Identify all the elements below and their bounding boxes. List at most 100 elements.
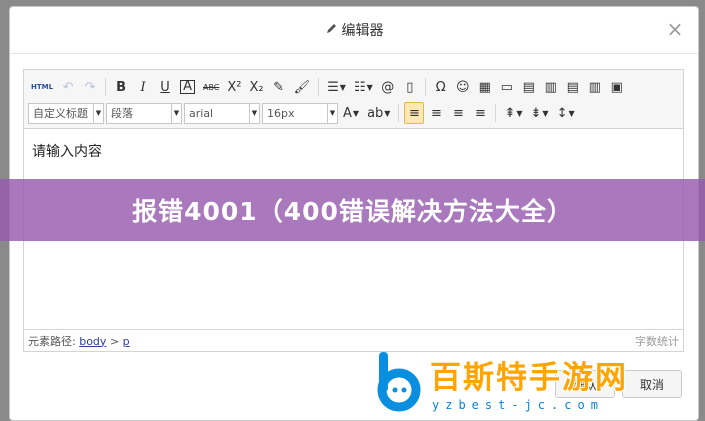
highlight-button[interactable]: ab ▼ [364, 102, 393, 124]
banner-title: 报错4001（400错误解决方法大全） [132, 197, 573, 226]
chevron-down-icon: ▼ [542, 108, 549, 118]
content-placeholder: 请输入内容 [32, 144, 102, 160]
eraser-icon: ✎ [273, 79, 285, 95]
chevron-down-icon: ▼ [366, 82, 373, 92]
site-watermark: 百斯特手游网 yzbest-jc.com [370, 348, 700, 418]
chevron-down-icon: ▼ [171, 103, 181, 123]
chevron-down-icon: ▼ [384, 108, 391, 118]
table-row-icon: ▤ [522, 79, 535, 95]
table-split-button[interactable]: ▥ [585, 76, 605, 98]
close-icon[interactable]: × [666, 19, 684, 39]
toolbar-separator [398, 104, 400, 122]
line-height-button[interactable]: ↕ ▼ [554, 102, 578, 124]
insert-image-button[interactable]: ▭ [497, 76, 517, 98]
redo-button[interactable]: ↷ [80, 76, 100, 98]
superscript-icon: X² [227, 79, 242, 95]
source-html-button[interactable]: HTML [28, 76, 56, 98]
align-justify-icon: ≡ [474, 105, 486, 121]
italic-icon: I [140, 79, 146, 95]
format-painter-icon: 🖌 [293, 79, 311, 95]
align-right-icon: ≡ [452, 105, 464, 121]
font-color-icon: A [343, 105, 352, 121]
unordered-list-button[interactable]: ☷ ▼ [351, 76, 376, 98]
table-split-icon: ▥ [588, 79, 601, 95]
align-center-icon: ≡ [430, 105, 442, 121]
path-body-link[interactable]: body [79, 335, 106, 348]
table-merge-icon: ▤ [566, 79, 579, 95]
insert-table-button[interactable]: ▦ [475, 76, 495, 98]
table-merge-button[interactable]: ▤ [563, 76, 583, 98]
table-col-button[interactable]: ▥ [541, 76, 561, 98]
element-path: 元素路径: body > p [28, 333, 130, 349]
redo-icon: ↷ [84, 79, 96, 95]
insert-image-icon: ▭ [500, 79, 513, 95]
subscript-icon: X₂ [249, 79, 264, 95]
undo-button[interactable]: ↶ [58, 76, 78, 98]
word-count: 字数统计 [635, 334, 679, 348]
italic-button[interactable]: I [133, 76, 153, 98]
toolbar-separator [495, 104, 497, 122]
paragraph-select-value: 段落 [111, 107, 133, 120]
chevron-down-icon: ▼ [93, 103, 103, 123]
align-left-button[interactable]: ≡ [404, 102, 425, 124]
bold-icon: B [116, 79, 127, 95]
font-size-select[interactable]: 16px ▼ [262, 102, 338, 124]
toolbar-separator [105, 78, 107, 96]
table-col-icon: ▥ [544, 79, 557, 95]
toolbar-separator [318, 78, 320, 96]
format-painter-button[interactable]: 🖌 [291, 76, 314, 98]
strikethrough-icon: ABC [202, 82, 220, 92]
path-separator: > [109, 334, 120, 348]
eraser-button[interactable]: ✎ [269, 76, 289, 98]
font-border-button[interactable]: A [177, 76, 198, 98]
align-justify-button[interactable]: ≡ [470, 102, 490, 124]
row-spacing-bottom-icon: ⇟ [530, 105, 542, 121]
path-p-link[interactable]: p [123, 335, 130, 348]
font-family-select-value: arial [189, 106, 214, 120]
dialog-header: 编辑器 × [10, 7, 698, 54]
brand-logo-icon [377, 352, 421, 412]
font-size-select-value: 16px [267, 106, 295, 120]
bold-button[interactable]: B [111, 76, 131, 98]
row-spacing-top-button[interactable]: ⇞ ▼ [501, 102, 525, 124]
insert-table-icon: ▦ [478, 79, 491, 95]
chevron-down-icon: ▼ [249, 103, 259, 123]
heading-select[interactable]: 自定义标题 ▼ [28, 102, 104, 124]
row-spacing-top-icon: ⇞ [504, 105, 516, 121]
preview-button[interactable]: ▣ [607, 76, 627, 98]
underline-button[interactable]: U [155, 76, 175, 98]
chevron-down-icon: ▼ [339, 82, 346, 92]
source-html-icon: HTML [31, 83, 54, 91]
align-right-button[interactable]: ≡ [448, 102, 468, 124]
emotion-button[interactable]: ☺ [453, 76, 473, 98]
subscript-button[interactable]: X₂ [247, 76, 267, 98]
highlight-icon: ab [367, 105, 384, 121]
insert-page-button[interactable]: ▯ [400, 76, 420, 98]
table-row-button[interactable]: ▤ [519, 76, 539, 98]
row-spacing-bottom-button[interactable]: ⇟ ▼ [528, 102, 552, 124]
special-char-button[interactable]: Ω [431, 76, 451, 98]
superscript-button[interactable]: X² [224, 76, 244, 98]
font-family-select[interactable]: arial ▼ [184, 102, 260, 124]
insert-anchor-icon: @ [381, 79, 395, 95]
special-char-icon: Ω [435, 79, 446, 95]
ordered-list-button[interactable]: ☰ ▼ [324, 76, 349, 98]
chevron-down-icon: ▼ [516, 108, 523, 118]
font-color-button[interactable]: A ▼ [340, 102, 362, 124]
heading-select-value: 自定义标题 [33, 107, 88, 120]
dialog-title: 编辑器 [325, 20, 384, 40]
strikethrough-button[interactable]: ABC [200, 76, 222, 98]
preview-icon: ▣ [610, 79, 623, 95]
line-height-icon: ↕ [556, 105, 568, 121]
align-center-button[interactable]: ≡ [426, 102, 446, 124]
watermark-url: yzbest-jc.com [432, 398, 604, 412]
insert-anchor-button[interactable]: @ [378, 76, 398, 98]
pencil-icon [325, 22, 338, 39]
dialog-title-text: 编辑器 [341, 23, 384, 39]
toolbar-row-1: HTML ↶ ↷ B I U A ABC X² X₂ ✎ 🖌 ☰ ▼ ☷ ▼ @ ▯ Ω ☺ ▦ ▭ ▤ ▥ ▤ ▥ ▣ [28, 74, 679, 100]
unordered-list-icon: ☷ [353, 79, 366, 95]
editor-toolbar: HTML ↶ ↷ B I U A ABC X² X₂ ✎ 🖌 ☰ ▼ ☷ ▼ @ ▯ Ω ☺ ▦ ▭ ▤ ▥ ▤ ▥ ▣ 自定义标题… [24, 70, 683, 129]
paragraph-select[interactable]: 段落 ▼ [106, 102, 182, 124]
watermark-brand: 百斯特手游网 [430, 360, 628, 396]
emotion-icon: ☺ [455, 79, 470, 95]
